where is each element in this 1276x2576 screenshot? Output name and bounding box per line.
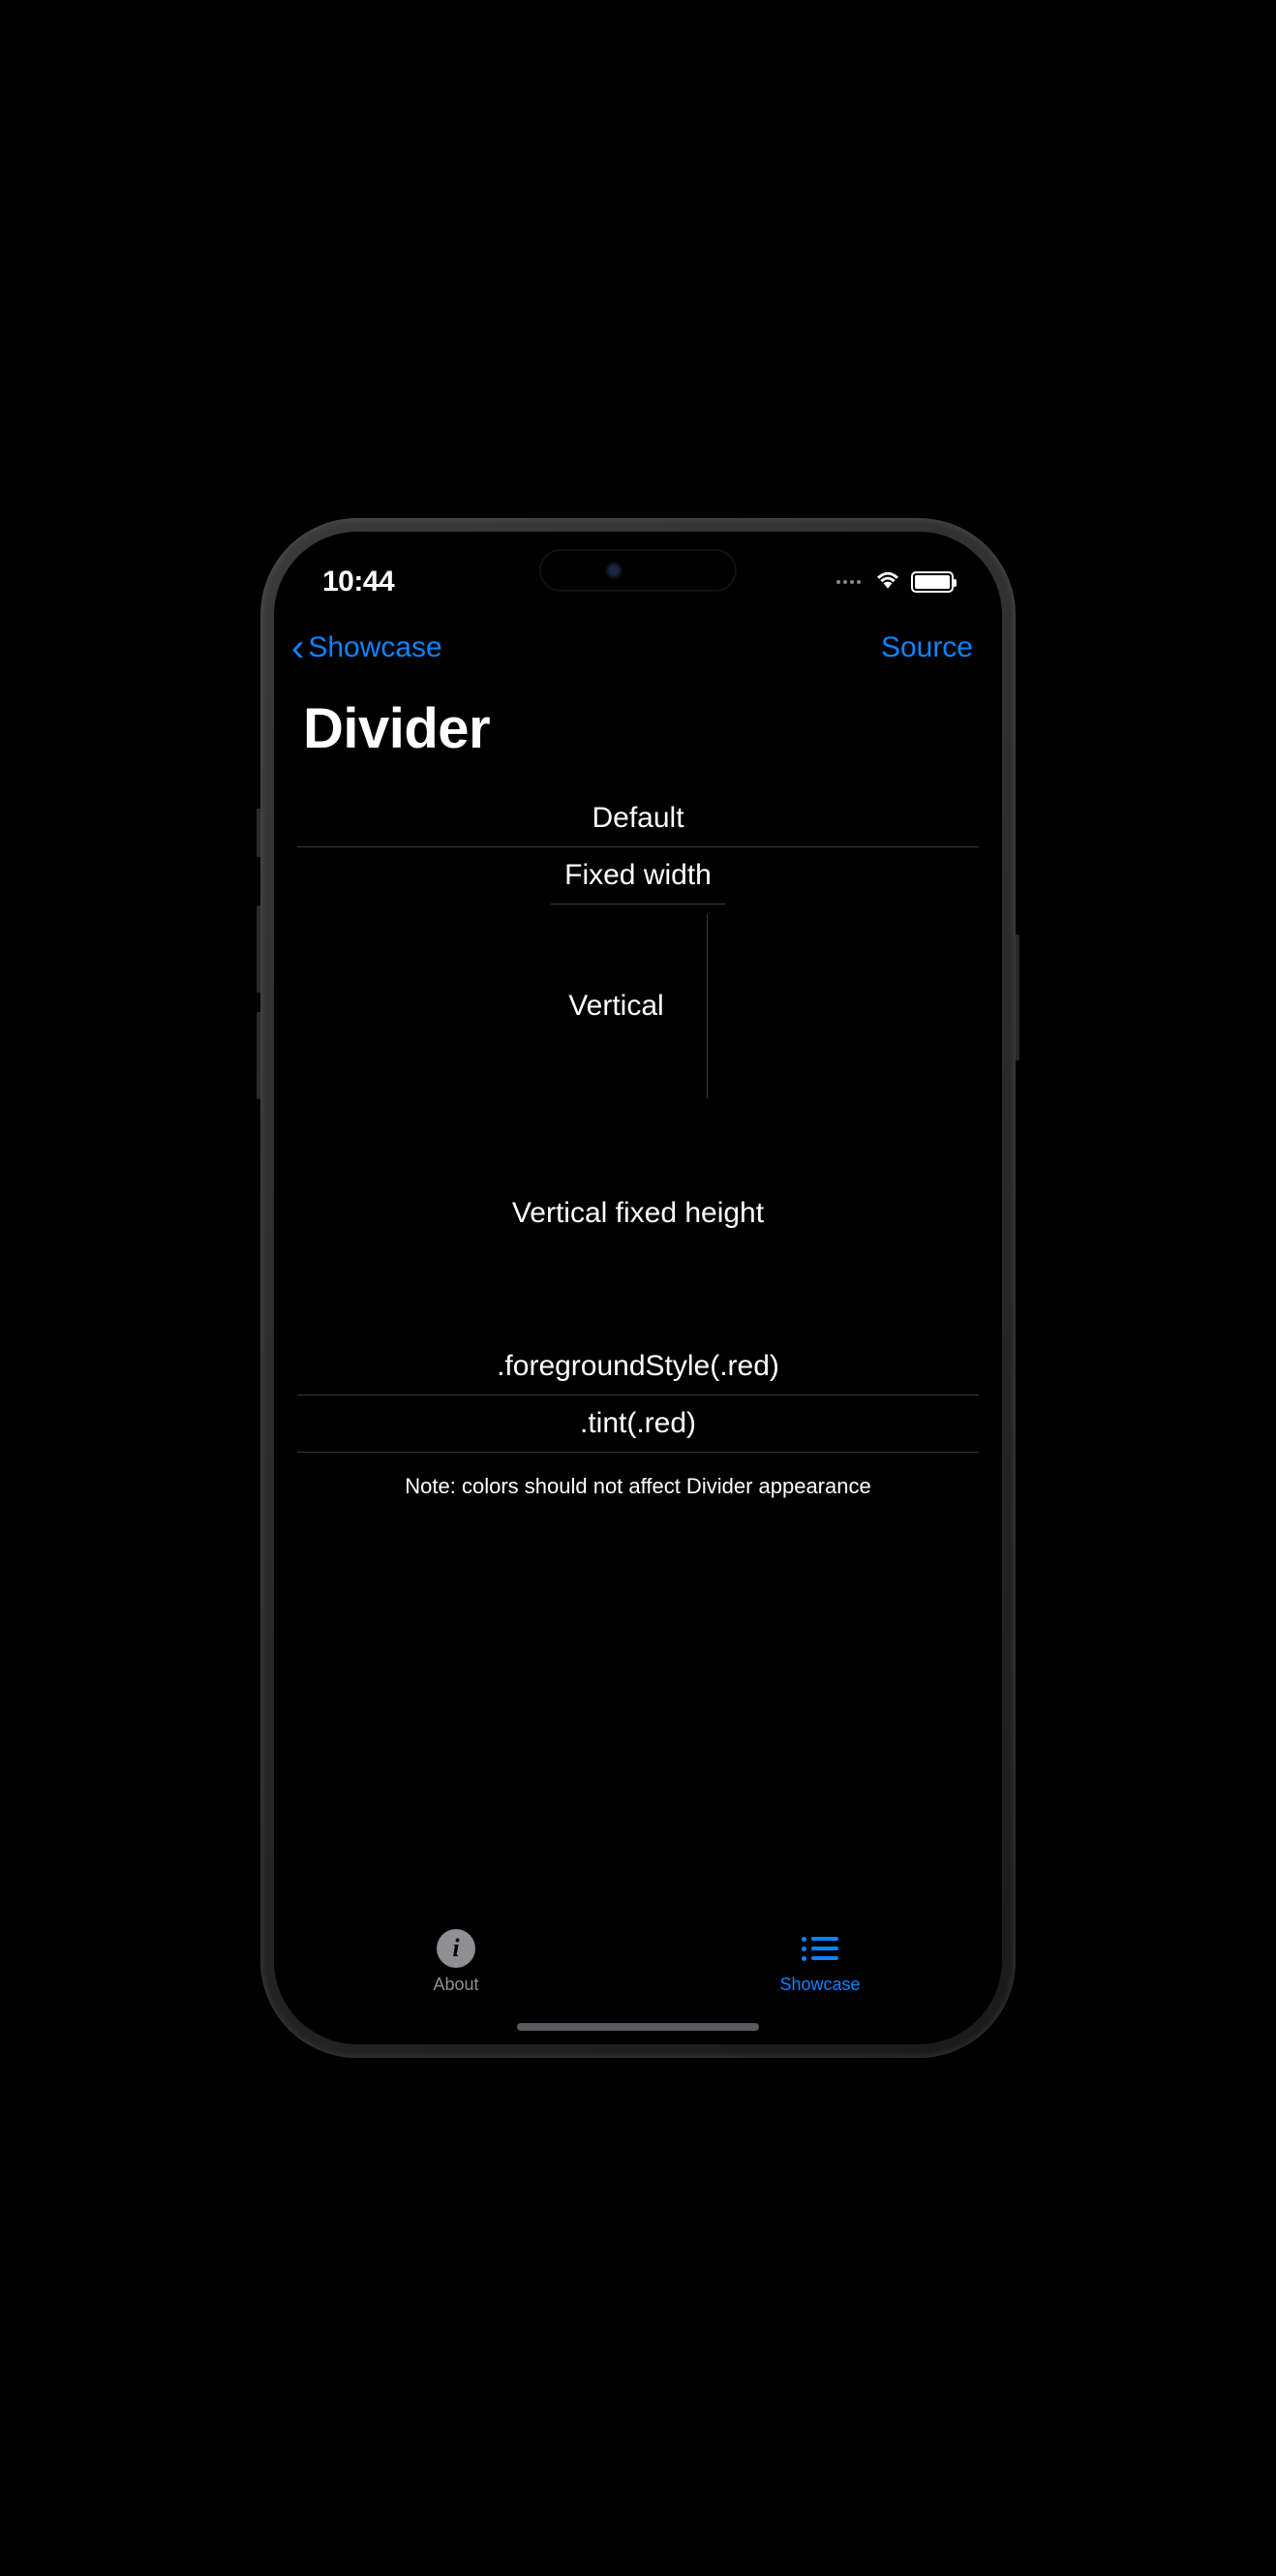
fixed-width-label: Fixed width <box>297 847 979 904</box>
section-default: Default <box>297 790 979 847</box>
back-label: Showcase <box>308 631 441 664</box>
info-icon: i <box>436 1928 476 1969</box>
side-button <box>1016 935 1019 1060</box>
note-text: Note: colors should not affect Divider a… <box>297 1453 979 1520</box>
page-title: Divider <box>274 677 1002 790</box>
source-button[interactable]: Source <box>881 631 973 664</box>
section-tint: .tint(.red) <box>297 1395 979 1453</box>
chevron-left-icon: ‹ <box>291 629 304 667</box>
back-button[interactable]: ‹ Showcase <box>291 629 442 667</box>
content-area: Default Fixed width Vertical Vertical fi… <box>274 790 1002 1520</box>
divider-vertical <box>707 914 708 1098</box>
vertical-label: Vertical <box>568 990 663 1023</box>
status-time: 10:44 <box>322 566 394 598</box>
status-icons <box>836 569 954 596</box>
default-label: Default <box>297 790 979 846</box>
section-vertical-fixed: Vertical fixed height <box>297 1098 979 1338</box>
front-camera <box>604 561 623 580</box>
section-foreground-style: .foregroundStyle(.red) <box>297 1338 979 1395</box>
section-fixed-width: Fixed width <box>297 847 979 905</box>
device-notch <box>541 551 735 590</box>
showcase-label: Showcase <box>779 1975 860 1995</box>
about-label: About <box>433 1975 478 1995</box>
vertical-fixed-label: Vertical fixed height <box>297 1185 979 1242</box>
foreground-style-label: .foregroundStyle(.red) <box>297 1338 979 1395</box>
list-icon <box>800 1928 840 1969</box>
tab-about[interactable]: i About <box>398 1928 514 1995</box>
screen: 10:44 ‹ Showcase Source <box>274 532 1002 2044</box>
tint-label: .tint(.red) <box>297 1395 979 1452</box>
navigation-bar: ‹ Showcase Source <box>274 609 1002 677</box>
section-vertical: Vertical <box>297 914 979 1098</box>
wifi-icon <box>874 569 901 596</box>
home-indicator[interactable] <box>517 2023 759 2031</box>
cellular-dots-icon <box>836 580 861 584</box>
battery-icon <box>911 571 954 593</box>
tab-showcase[interactable]: Showcase <box>762 1928 878 1995</box>
divider-fixed-width <box>551 904 725 905</box>
phone-frame: 10:44 ‹ Showcase Source <box>260 518 1016 2058</box>
